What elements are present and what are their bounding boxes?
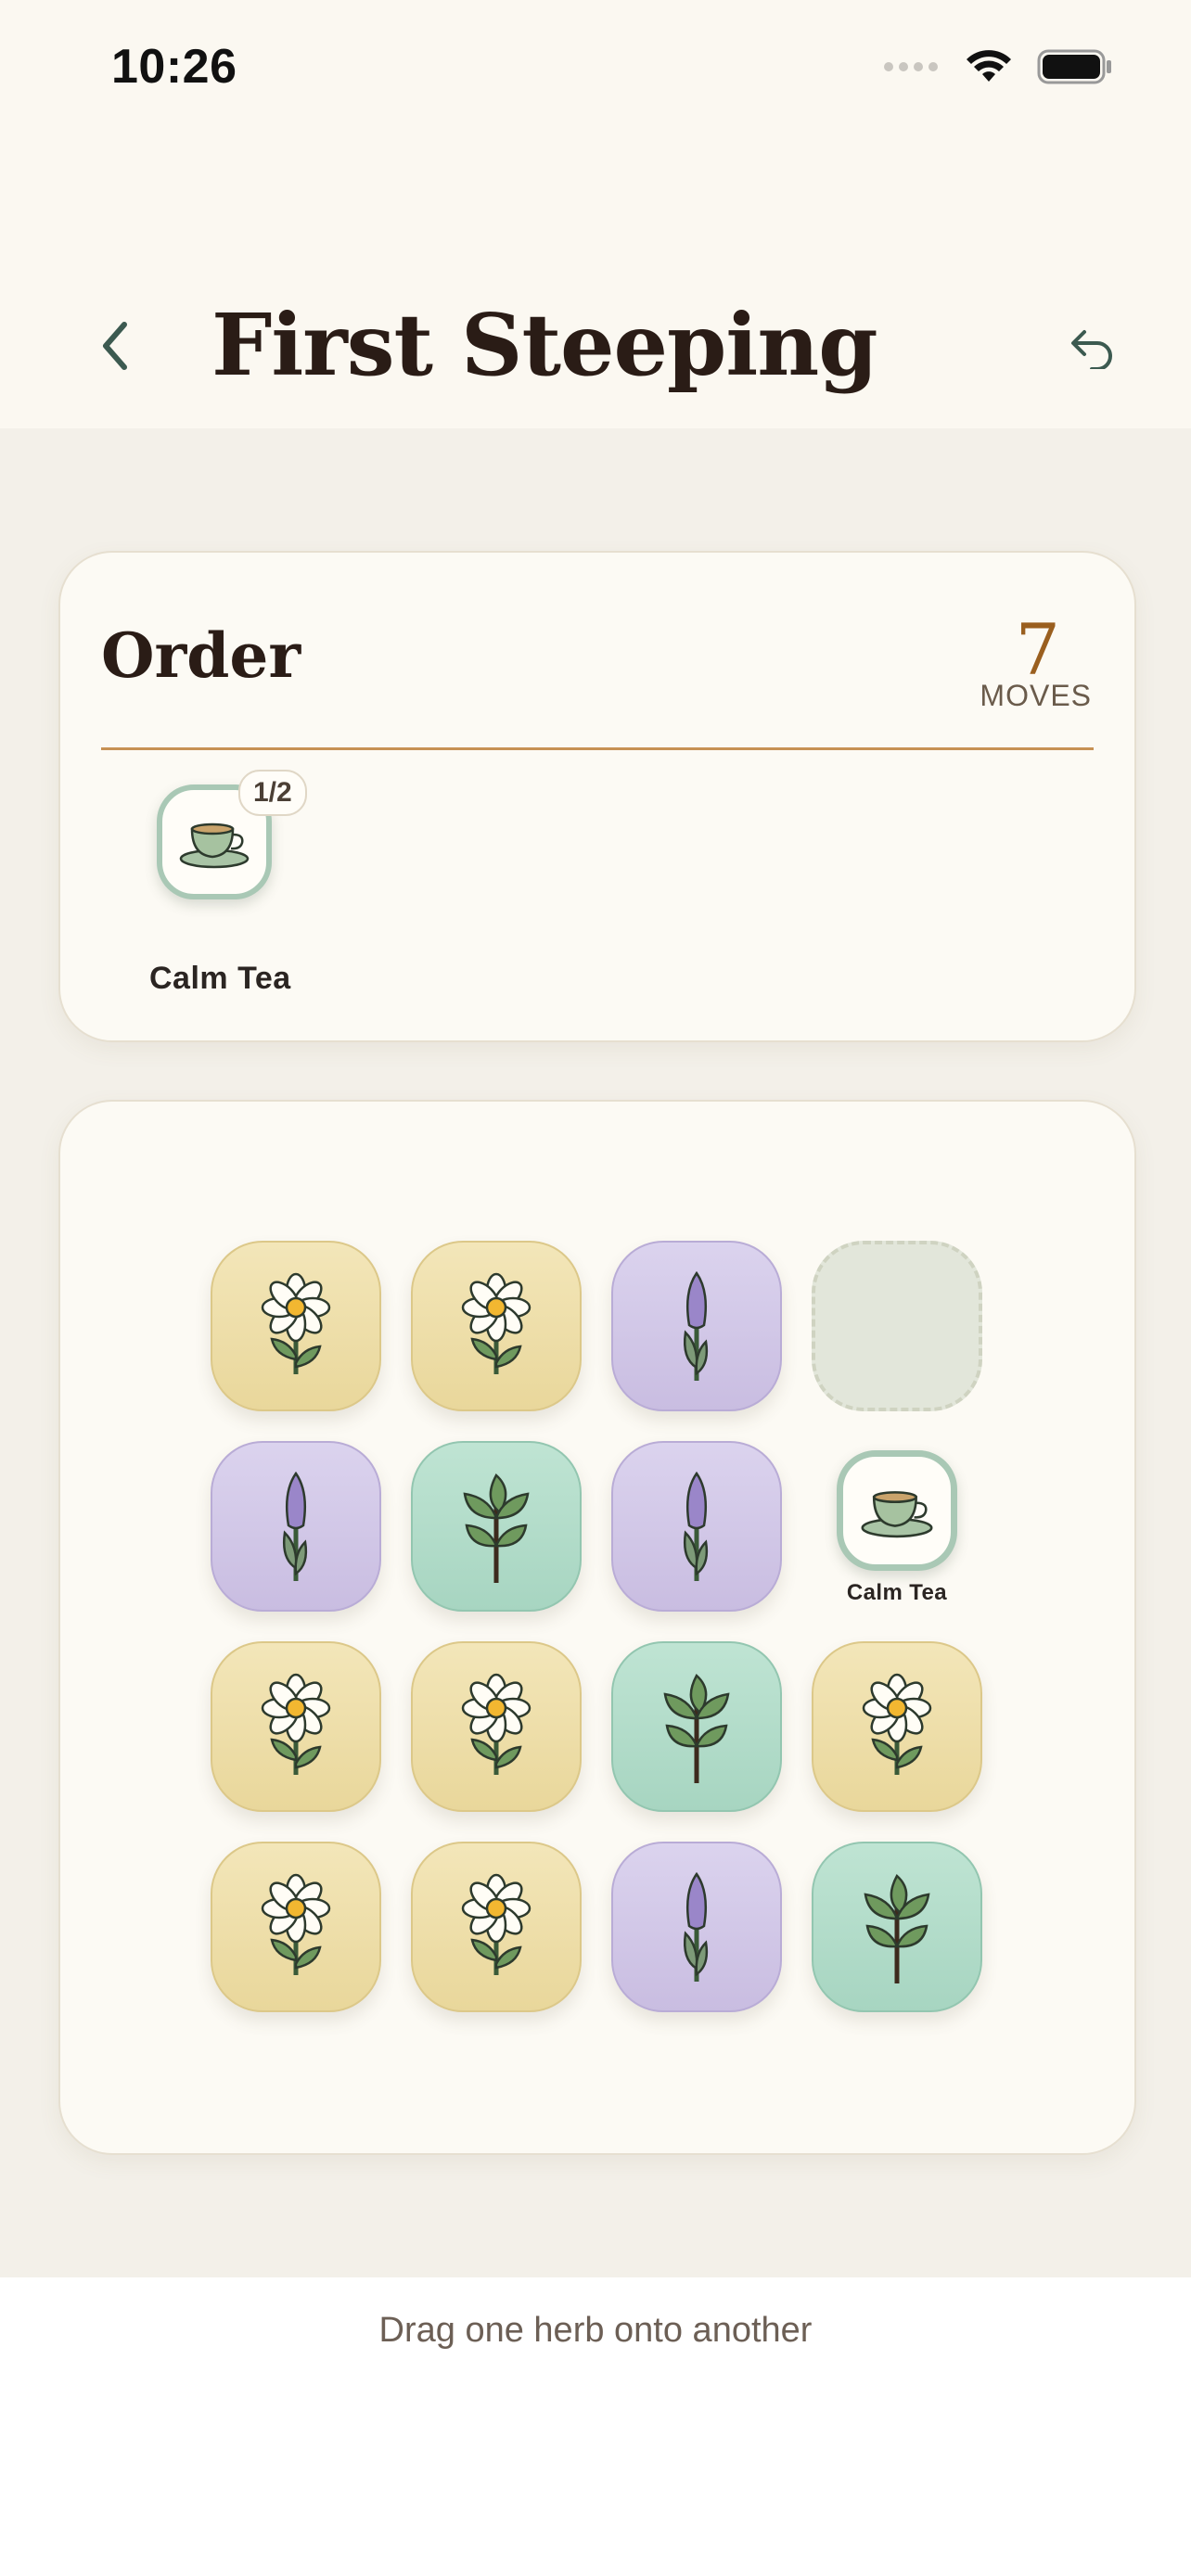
chamomile-icon [862, 1673, 932, 1775]
mint-icon [864, 1874, 930, 1983]
chamomile-icon [261, 1272, 331, 1374]
mint-icon [663, 1674, 730, 1783]
board-card: Calm Tea [58, 1100, 1136, 2155]
chamomile-tile[interactable] [211, 1241, 381, 1411]
chamomile-tile[interactable] [211, 1842, 381, 2012]
battery-icon [1037, 49, 1111, 84]
mint-tile[interactable] [411, 1441, 582, 1612]
teacup-icon [179, 823, 250, 869]
lavender-tile[interactable] [611, 1441, 782, 1612]
empty-slot [812, 1241, 982, 1411]
lavender-tile[interactable] [211, 1441, 381, 1612]
page-title: First Steeping [211, 295, 878, 395]
chevron-left-icon [103, 322, 127, 370]
undo-button[interactable] [1059, 315, 1124, 380]
lavender-icon [684, 1270, 709, 1381]
top-bar: 10:26 First Steeping [0, 0, 1191, 428]
hint-bar: Drag one herb onto another [0, 2277, 1191, 2576]
chamomile-icon [461, 1272, 531, 1374]
mint-icon [463, 1473, 530, 1583]
order-item-label: Calm Tea [149, 961, 291, 996]
chamomile-icon [261, 1873, 331, 1975]
lavender-tile[interactable] [611, 1241, 782, 1411]
chamomile-tile[interactable] [211, 1641, 381, 1812]
lavender-icon [684, 1871, 709, 1982]
order-title: Order [101, 619, 301, 692]
order-item-calm-tea: 1/2 [157, 770, 307, 907]
mint-tile[interactable] [611, 1641, 782, 1812]
chamomile-icon [261, 1673, 331, 1775]
chamomile-tile[interactable] [411, 1641, 582, 1812]
order-progress-badge: 1/2 [238, 770, 307, 816]
status-icons [883, 48, 1113, 85]
status-time: 10:26 [111, 40, 237, 94]
chamomile-tile[interactable] [812, 1641, 982, 1812]
teacup-icon [861, 1491, 933, 1538]
product-label: Calm Tea [846, 1580, 948, 1605]
order-card: Order 7 MOVES 1/2 Calm Tea [58, 551, 1136, 1042]
order-divider [101, 747, 1094, 750]
chamomile-icon [461, 1873, 531, 1975]
lavender-tile[interactable] [611, 1842, 782, 2012]
hint-text: Drag one herb onto another [378, 2311, 813, 2350]
chamomile-tile[interactable] [411, 1842, 582, 2012]
wifi-icon [967, 50, 1011, 82]
undo-icon [1071, 330, 1112, 369]
chamomile-tile[interactable] [411, 1241, 582, 1411]
product-tile[interactable]: Calm Tea [812, 1441, 982, 1612]
moves-label: MOVES [980, 679, 1092, 712]
lavender-icon [283, 1471, 308, 1581]
chamomile-icon [461, 1673, 531, 1775]
mint-tile[interactable] [812, 1842, 982, 2012]
product-cup [837, 1450, 957, 1571]
signal-icon [884, 62, 938, 71]
back-button[interactable] [89, 313, 141, 378]
lavender-icon [684, 1471, 709, 1581]
